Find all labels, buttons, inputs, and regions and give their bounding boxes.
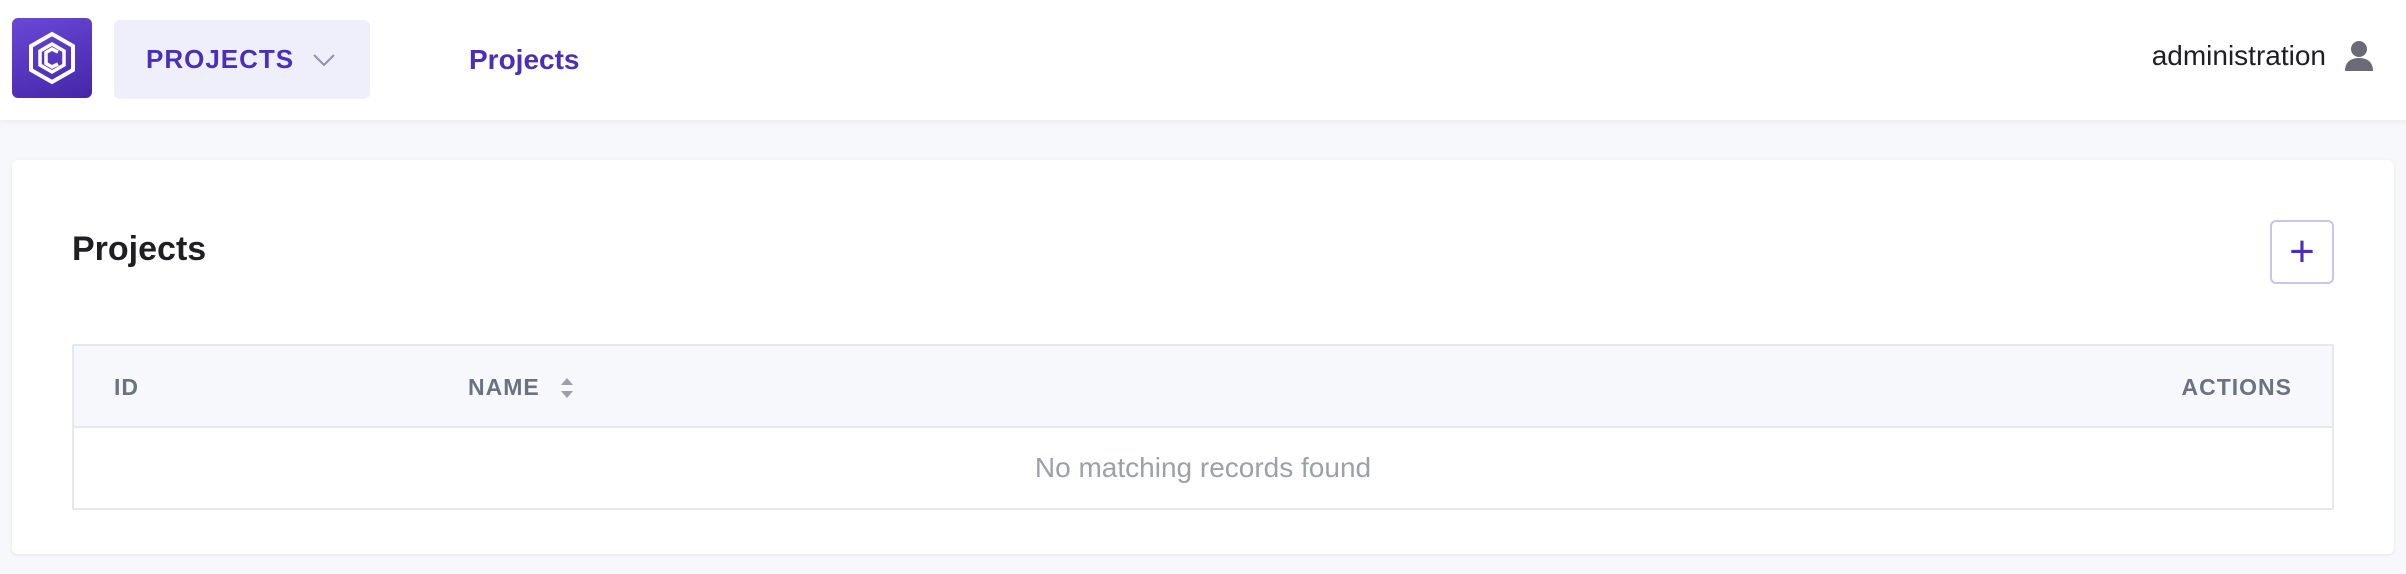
app-logo-icon: [29, 31, 75, 85]
table-header: ID NAME ACTIONS: [74, 346, 2332, 428]
projects-card: Projects + ID NAME ACTIONS No matching r…: [12, 160, 2394, 554]
plus-icon: +: [2289, 227, 2315, 276]
user-menu[interactable]: administration: [2152, 40, 2374, 72]
module-switcher-label: PROJECTS: [146, 44, 295, 74]
column-header-id[interactable]: ID: [114, 374, 139, 401]
chevron-down-icon: [313, 53, 335, 66]
column-header-name[interactable]: NAME: [468, 374, 574, 401]
add-project-button[interactable]: +: [2270, 220, 2334, 284]
app-logo-icon[interactable]: [12, 18, 92, 98]
top-bar: PROJECTS Projects administration: [0, 0, 2406, 120]
user-name: administration: [2151, 40, 2326, 71]
empty-state-message: No matching records found: [1034, 452, 1372, 483]
page-title: Projects: [72, 230, 207, 268]
column-header-actions: ACTIONS: [2181, 374, 2292, 400]
column-header-name-label: NAME: [468, 374, 540, 400]
projects-table: ID NAME ACTIONS No matching records foun…: [72, 344, 2334, 510]
nav-link-projects[interactable]: Projects: [469, 44, 580, 76]
user-icon: [2345, 41, 2373, 71]
module-switcher[interactable]: PROJECTS: [114, 20, 370, 99]
sort-icon[interactable]: [560, 376, 574, 400]
